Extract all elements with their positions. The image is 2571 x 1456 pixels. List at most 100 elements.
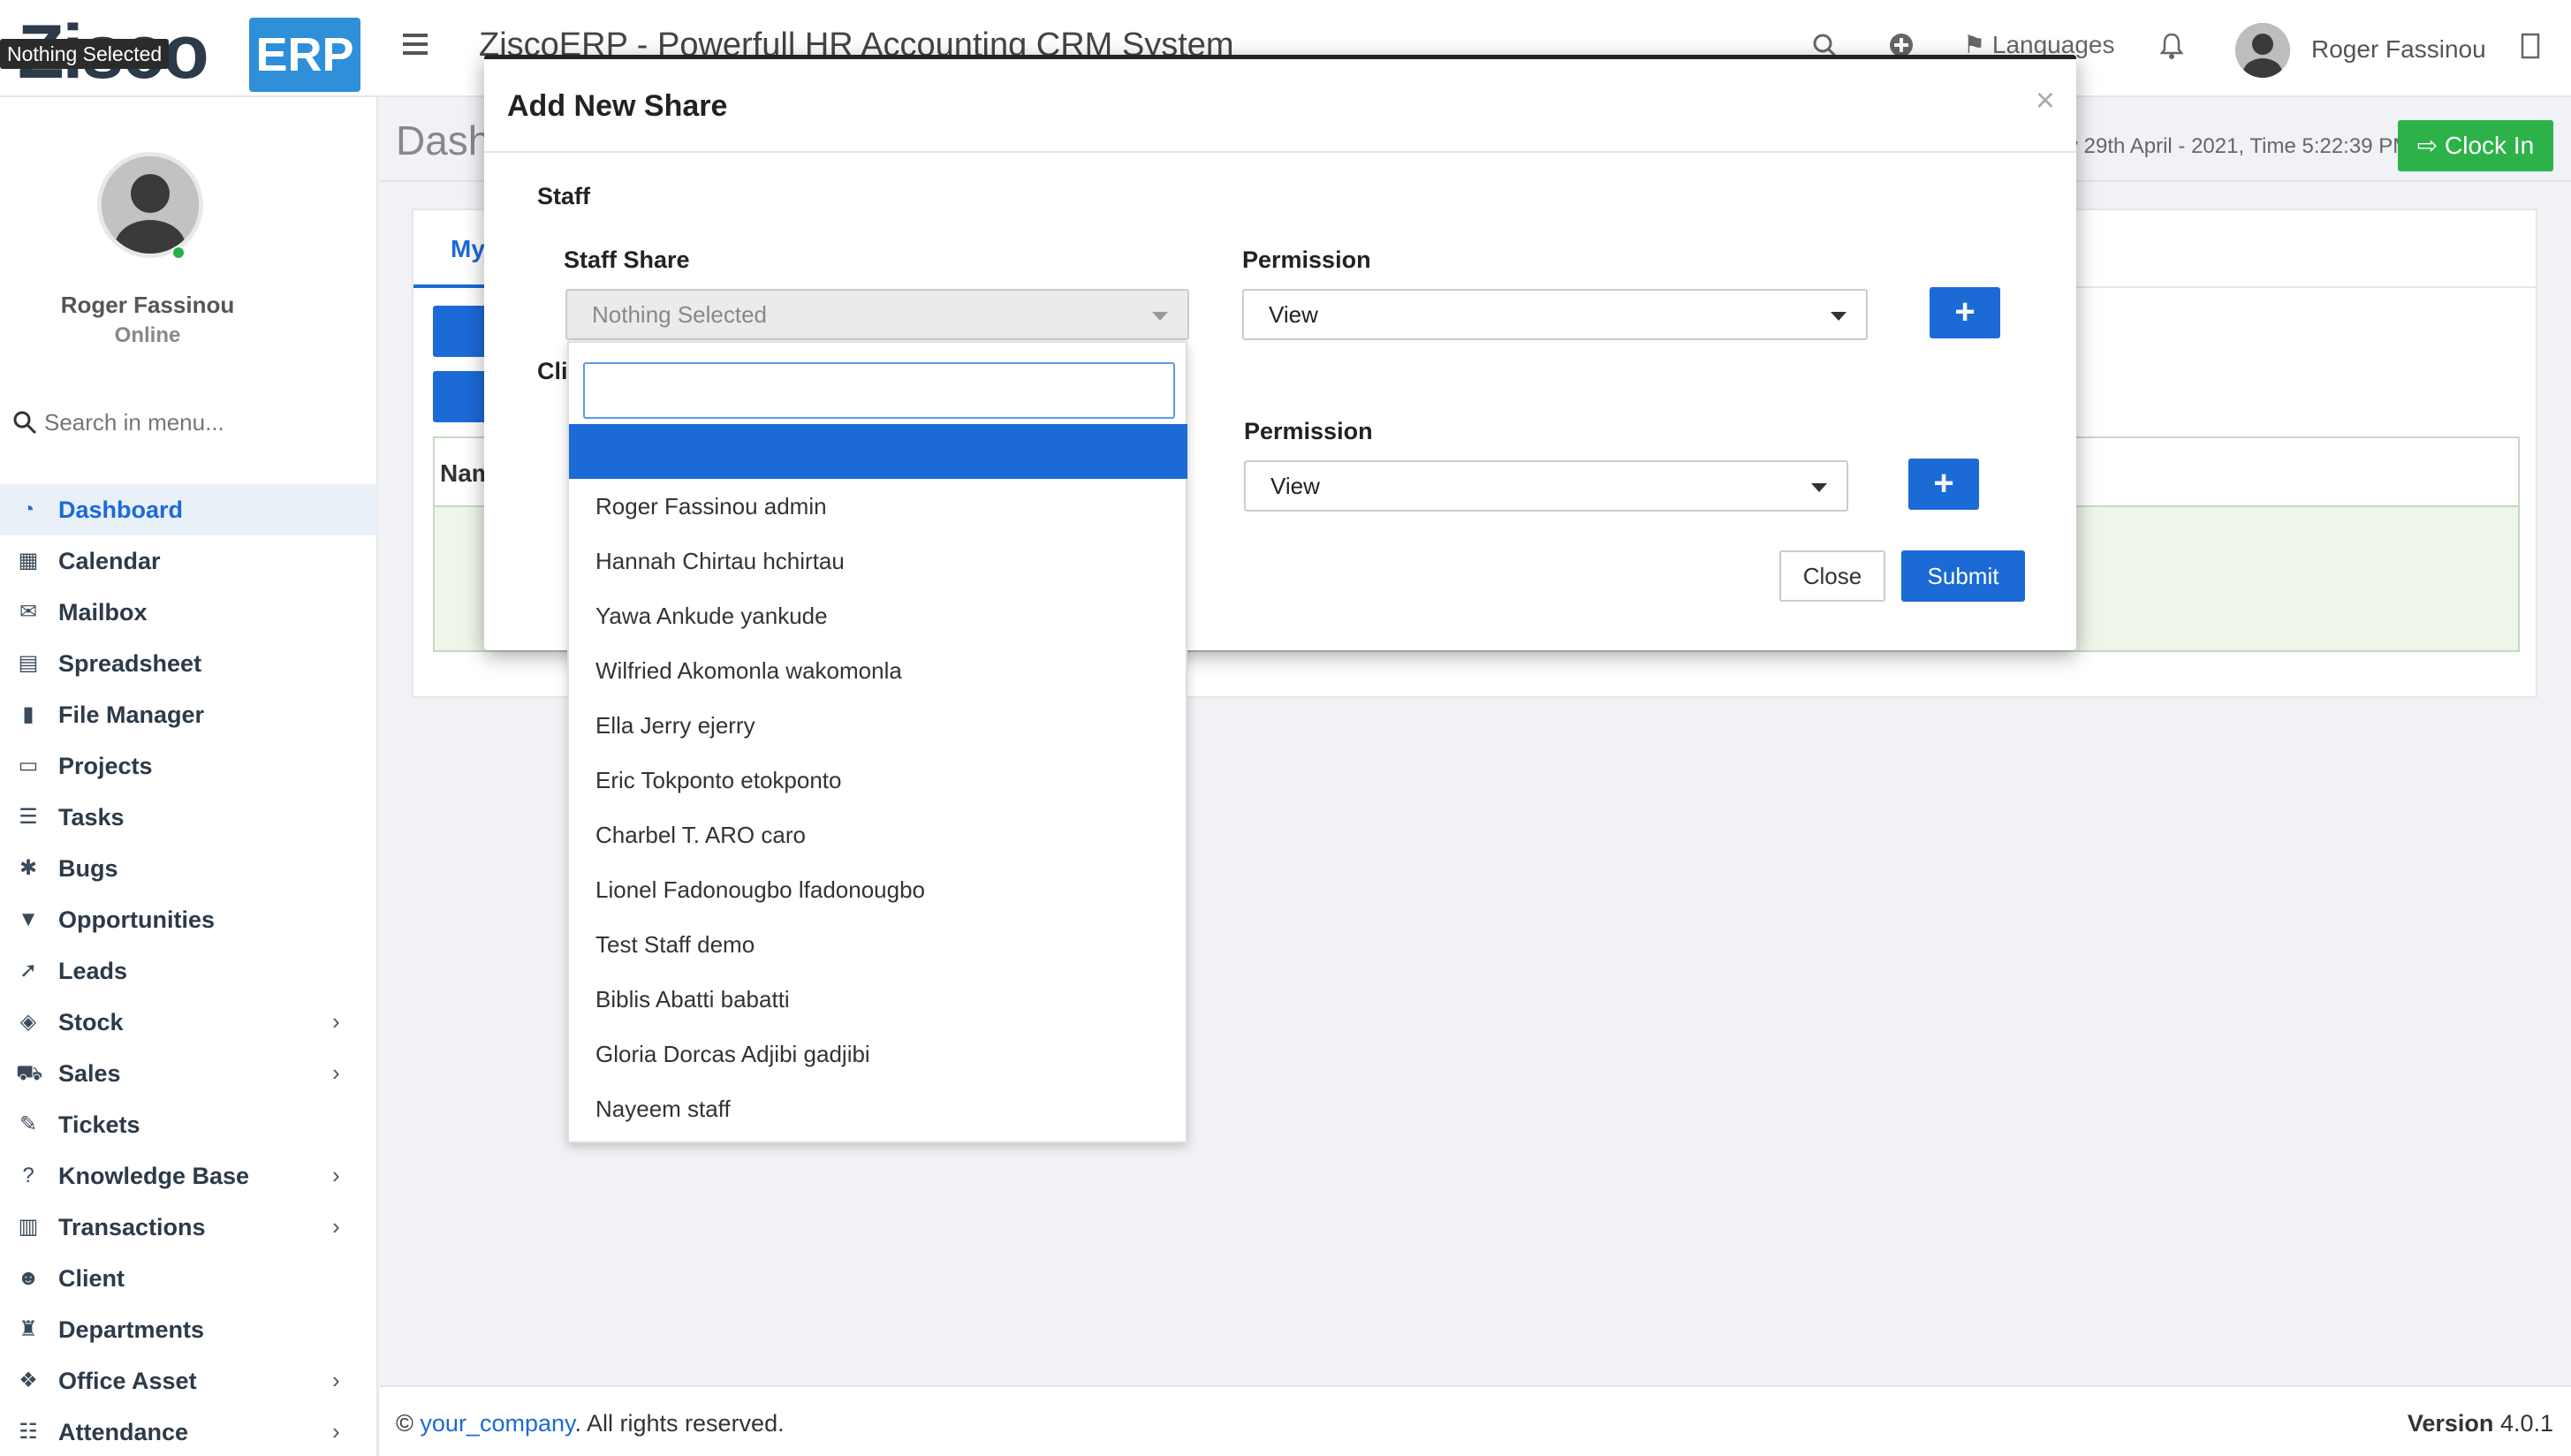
client-permission-value: View (1270, 473, 1320, 499)
add-staff-button[interactable]: + (1930, 287, 2000, 338)
dropdown-option[interactable]: Ella Jerry ejerry (569, 698, 1187, 753)
sidebar-item-label: Spreadsheet (58, 650, 202, 677)
envelope-icon: ✉ (19, 600, 38, 624)
sidebar-item-tickets[interactable]: ✎ Tickets (0, 1099, 378, 1150)
chevron-right-icon: › (332, 1162, 340, 1188)
dropdown-option[interactable]: Eric Tokponto etokponto (569, 753, 1187, 808)
copyright-prefix: © (396, 1410, 421, 1437)
sidebar-search-input[interactable] (44, 405, 362, 440)
sidebar-item-projects[interactable]: ▭ Projects (0, 740, 378, 792)
logo-badge: ERP (249, 18, 360, 92)
sidebar-item-file-manager[interactable]: ▮ File Manager (0, 689, 378, 740)
clock-in-button[interactable]: ⇨ Clock In (2398, 120, 2553, 171)
sidebar-item-opportunities[interactable]: ▼ Opportunities (0, 894, 378, 945)
bell-icon[interactable] (2156, 32, 2188, 64)
add-client-button[interactable]: + (1908, 459, 1979, 510)
sidebar-item-label: Client (58, 1265, 125, 1292)
sidebar-item-mailbox[interactable]: ✉ Mailbox (0, 587, 378, 638)
sidebar-item-bugs[interactable]: ✱ Bugs (0, 843, 378, 894)
chevron-down-icon (1831, 312, 1847, 321)
chevron-right-icon: › (332, 1213, 340, 1240)
online-status-icon (171, 246, 186, 260)
sidebar-item-label: Office Asset (58, 1368, 197, 1394)
fullscreen-icon[interactable] (2514, 32, 2546, 64)
client-permission-label: Permission (1244, 418, 1373, 444)
folder-icon: ▭ (18, 754, 39, 777)
permission-value: View (1269, 301, 1318, 328)
search-icon (13, 411, 37, 435)
sidebar-item-calendar[interactable]: ▦ Calendar (0, 535, 378, 587)
sidebar-item-label: Departments (58, 1316, 205, 1343)
chevron-down-icon (1811, 483, 1827, 492)
dropdown-highlighted-option[interactable] (569, 424, 1187, 479)
sidebar-item-tasks[interactable]: ☰ Tasks (0, 792, 378, 843)
sidebar-item-office-asset[interactable]: ❖ Office Asset › (0, 1355, 378, 1407)
dropdown-option[interactable]: Lionel Fadonougbo lfadonougbo (569, 862, 1187, 917)
close-button[interactable]: Close (1779, 550, 1885, 602)
dropdown-search-input[interactable] (583, 362, 1175, 419)
sidebar-item-dashboard[interactable]: ◔ Dashboard (0, 484, 378, 535)
sidebar-item-attendance[interactable]: ☷ Attendance › (0, 1407, 378, 1456)
sidebar: Roger Fassinou Online ◔ Dashboard ▦ Calend… (0, 97, 378, 1456)
asset-icon: ❖ (19, 1369, 38, 1392)
user-name: Roger Fassinou (2311, 35, 2486, 63)
permission-label: Permission (1242, 246, 1371, 273)
spreadsheet-icon: ▤ (18, 651, 39, 675)
copyright: © your_company. All rights reserved. (396, 1410, 785, 1437)
dropdown-option[interactable]: Roger Fassinou admin (569, 479, 1187, 534)
section-staff: Staff (537, 183, 590, 209)
cart-icon: ⛟ (16, 1061, 43, 1085)
sidebar-item-spreadsheet[interactable]: ▤ Spreadsheet (0, 638, 378, 689)
modal-title: Add New Share (507, 89, 728, 123)
sidebar-item-label: Tickets (58, 1111, 140, 1138)
tasks-icon: ☰ (19, 805, 38, 829)
sidebar-item-knowledge-base[interactable]: ? Knowledge Base › (0, 1150, 378, 1202)
menu-toggle-icon[interactable] (403, 34, 428, 58)
divider (484, 151, 2076, 153)
date-time: y 29th April - 2021, Time 5:22:39 PM (2067, 134, 2411, 158)
calendar-icon: ▦ (18, 549, 39, 573)
sidebar-item-departments[interactable]: ♜ Departments (0, 1304, 378, 1355)
rocket-icon: ➚ (19, 959, 38, 982)
client-permission-select[interactable]: View (1244, 460, 1848, 512)
sidebar-item-label: Mailbox (58, 599, 148, 626)
dropdown-option[interactable]: Test Staff demo (569, 917, 1187, 972)
users-icon: ☻ (17, 1266, 40, 1290)
sidebar-item-label: Leads (58, 958, 128, 984)
company-link[interactable]: your_company (420, 1410, 574, 1437)
attendance-icon: ☷ (19, 1420, 38, 1444)
sidebar-avatar (97, 152, 203, 258)
close-icon[interactable]: × (2036, 84, 2055, 118)
dropdown-option[interactable]: Gloria Dorcas Adjibi gadjibi (569, 1027, 1187, 1081)
sidebar-item-label: Transactions (58, 1214, 206, 1240)
sidebar-item-label: Tasks (58, 804, 125, 830)
dropdown-option[interactable]: Yawa Ankude yankude (569, 588, 1187, 643)
dropdown-option[interactable]: Hannah Chirtau hchirtau (569, 534, 1187, 588)
permission-select[interactable]: View (1242, 289, 1868, 340)
chevron-down-icon (1152, 312, 1168, 321)
sidebar-item-stock[interactable]: ◈ Stock › (0, 997, 378, 1048)
sidebar-item-client[interactable]: ☻ Client (0, 1253, 378, 1304)
sidebar-item-label: Calendar (58, 548, 161, 574)
clock-in-label: Clock In (2445, 132, 2535, 159)
sidebar-item-label: Opportunities (58, 906, 215, 933)
version: Version 4.0.1 (2408, 1410, 2553, 1437)
department-icon: ♜ (19, 1317, 38, 1341)
dashboard-icon: ◔ (21, 497, 35, 521)
submit-button[interactable]: Submit (1901, 550, 2025, 602)
dropdown-option[interactable]: Nayeem staff (569, 1081, 1187, 1136)
dropdown-option[interactable]: Charbel T. ARO caro (569, 808, 1187, 862)
sidebar-item-label: Sales (58, 1060, 121, 1087)
sidebar-item-sales[interactable]: ⛟ Sales › (0, 1048, 378, 1099)
dropdown-option[interactable]: Biblis Abatti babatti (569, 972, 1187, 1027)
building-icon: ▥ (18, 1215, 39, 1239)
staff-share-select[interactable]: Nothing Selected (565, 289, 1189, 340)
file-icon: ▮ (22, 702, 34, 726)
bug-icon: ✱ (19, 856, 38, 880)
sidebar-search (12, 401, 366, 445)
sidebar-item-transactions[interactable]: ▥ Transactions › (0, 1202, 378, 1253)
staff-share-dropdown: Roger Fassinou admin Hannah Chirtau hchi… (567, 341, 1187, 1143)
dropdown-option[interactable]: Wilfried Akomonla wakomonla (569, 643, 1187, 698)
sidebar-item-leads[interactable]: ➚ Leads (0, 945, 378, 997)
copyright-suffix: . All rights reserved. (574, 1410, 785, 1437)
